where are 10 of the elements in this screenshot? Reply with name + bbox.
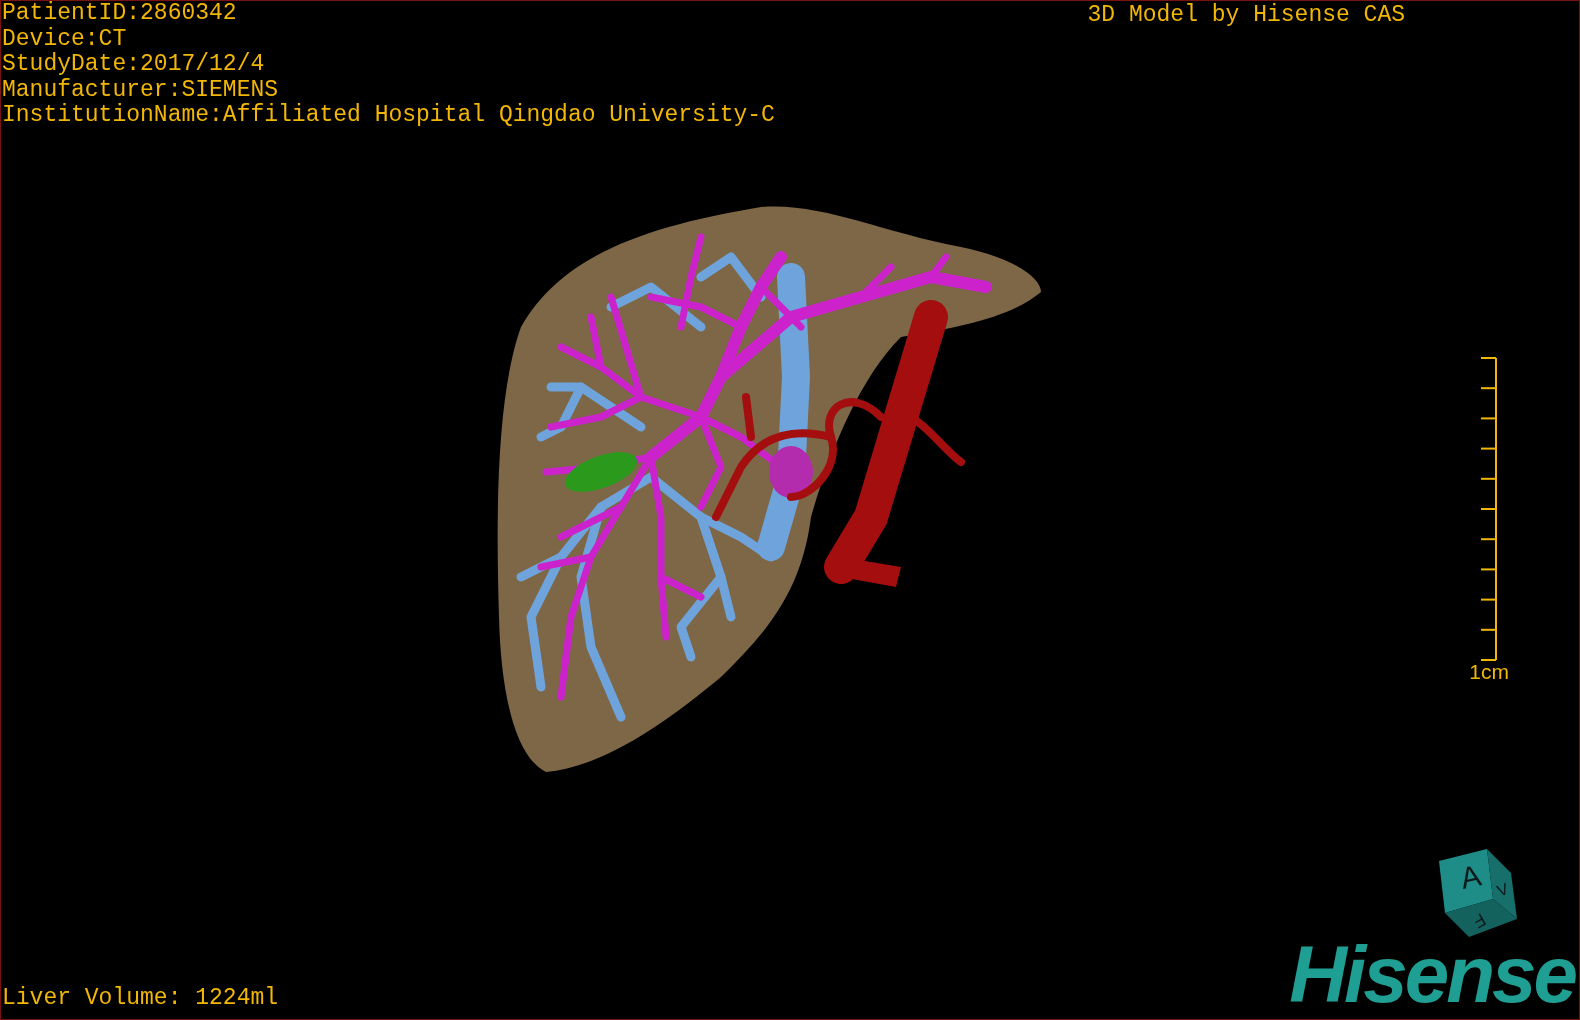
study-info-text: Device:CT bbox=[2, 26, 128, 52]
study-info-text: InstitutionName:Affiliated Hospital Qingdao University-C bbox=[2, 103, 775, 129]
scale-label: 1cm bbox=[1469, 660, 1509, 683]
orientation-cube[interactable]: A F V bbox=[1427, 843, 1521, 939]
study-info-text: Manufacturer:SIEMENS bbox=[2, 77, 280, 103]
logo: Hisense bbox=[1289, 939, 1577, 1019]
study-info-text: PatientID:2860342 bbox=[2, 1, 238, 27]
study-info-text: StudyDate:2017/12/4 bbox=[2, 52, 266, 78]
model-title: 3D Model by Hisense CAS bbox=[1087, 1, 1405, 29]
liver-volume-text: Liver Volume: 1224ml bbox=[1, 985, 279, 1013]
